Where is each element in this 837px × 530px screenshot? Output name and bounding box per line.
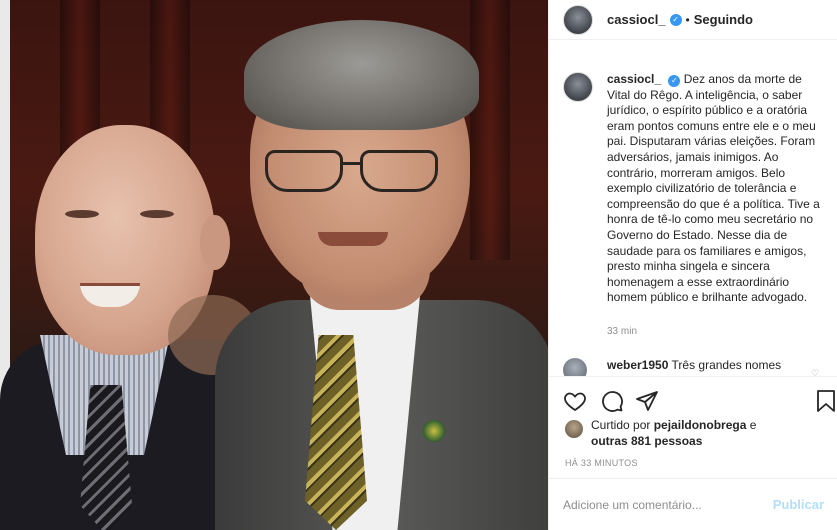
glasses-lens-right [360, 150, 438, 192]
following-button[interactable]: Seguindo [694, 12, 753, 27]
likes-joiner: e [749, 418, 757, 432]
comment-body: Três grandes nomes [671, 358, 782, 372]
caption-username[interactable]: cassiocl_ [607, 72, 661, 86]
post-side-panel: cassiocl_ ✓ • Seguindo cassiocl_ ✓ Dez a… [548, 0, 837, 530]
post-photo[interactable] [0, 0, 548, 530]
lapel-pin [423, 420, 445, 442]
right-man-mouth [318, 232, 388, 246]
curtain-fold [470, 0, 510, 260]
separator-dot: • [685, 12, 690, 27]
post-header: cassiocl_ ✓ • Seguindo [549, 0, 837, 40]
comments-list[interactable]: cassiocl_ ✓ Dez anos da morte de Vital d… [549, 40, 837, 376]
caption-time[interactable]: 33 min [607, 326, 637, 337]
add-comment-bar: Publicar [549, 478, 837, 530]
share-icon[interactable] [635, 389, 659, 413]
caption-body: Dez anos da morte de Vital do Rêgo. A in… [607, 72, 820, 305]
bookmark-icon[interactable] [814, 389, 837, 413]
left-man-eye [65, 210, 99, 218]
comment-icon[interactable] [600, 389, 624, 413]
likes-prefix: Curtido por [591, 418, 651, 432]
likes-summary: Curtido por pejaildonobrega e outras 881… [565, 418, 756, 449]
caption: cassiocl_ ✓ Dez anos da morte de Vital d… [563, 72, 820, 306]
left-man-eye [140, 210, 174, 218]
author-username[interactable]: cassiocl_ [607, 12, 666, 27]
comment-input[interactable] [563, 497, 773, 512]
verified-icon: ✓ [668, 75, 681, 87]
liker-username[interactable]: pejaildonobrega [654, 418, 747, 432]
caption-author-avatar[interactable] [563, 72, 593, 102]
caption-text-block: cassiocl_ ✓ Dez anos da morte de Vital d… [607, 72, 820, 306]
glasses-bridge [341, 162, 363, 165]
liker-avatar[interactable] [565, 420, 583, 438]
heart-icon[interactable] [563, 389, 587, 413]
comment-text-block: weber1950 Três grandes nomes [607, 358, 781, 372]
commenter-username[interactable]: weber1950 [607, 358, 668, 372]
verified-icon: ✓ [669, 13, 682, 26]
comment-item: weber1950 Três grandes nomes [563, 358, 781, 376]
commenter-avatar[interactable] [563, 358, 587, 376]
post-timestamp[interactable]: HÁ 33 MINUTOS [565, 458, 638, 468]
glasses-lens-left [265, 150, 343, 192]
author-avatar[interactable] [563, 4, 593, 35]
likes-text: Curtido por pejaildonobrega e outras 881… [591, 418, 756, 449]
publish-button[interactable]: Publicar [773, 497, 824, 512]
comment-like-heart-icon[interactable]: ♡ [811, 368, 819, 376]
likes-others-link[interactable]: outras 881 pessoas [591, 434, 702, 448]
left-man-ear [200, 215, 230, 270]
right-man-hair [244, 20, 479, 130]
